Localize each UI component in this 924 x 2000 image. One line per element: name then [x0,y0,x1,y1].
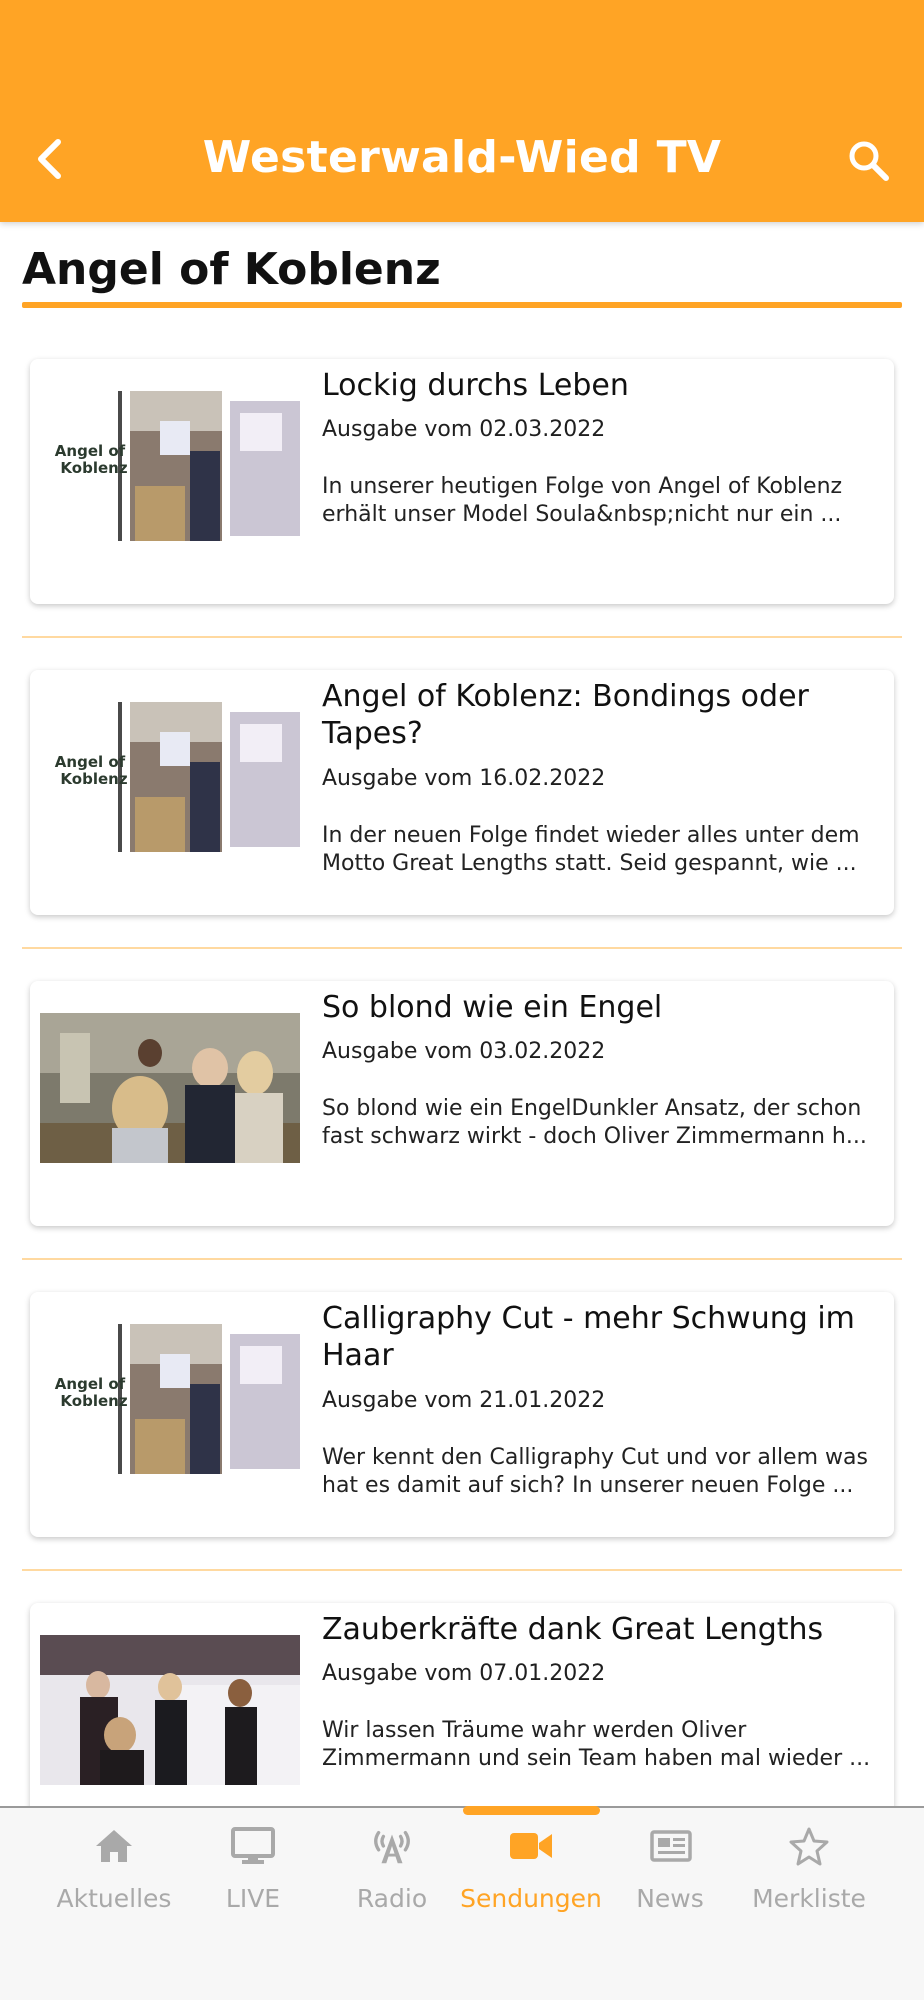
nav-label: Aktuelles [56,1884,172,1913]
episode-thumbnail: Angel of Koblenz [40,702,300,852]
episode-date: Ausgabe vom 07.01.2022 [322,1661,606,1686]
episode-card[interactable]: So blond wie ein Engel Ausgabe vom 03.02… [30,981,894,1226]
episode-title: So blond wie ein Engel [322,990,663,1025]
episode-card[interactable]: Zauberkräfte dank Great Lengths Ausgabe … [30,1603,894,1806]
thumbnail-logo-text: Angel of [55,1375,126,1393]
nav-item-news[interactable]: News [601,1808,739,1938]
home-icon [92,1824,136,1868]
star-icon [787,1824,831,1868]
episode-description: In der neuen Folge findet wieder alles u… [322,823,860,876]
episode-date: Ausgabe vom 02.03.2022 [322,417,606,442]
episode-title: Angel of Koblenz: Bondings oder Tapes? [322,679,809,751]
svg-text:Koblenz: Koblenz [60,770,127,788]
monitor-icon [231,1824,275,1868]
episode-description: In unserer heutigen Folge von Angel of K… [322,474,843,527]
nav-item-radio[interactable]: Radio [323,1808,461,1938]
search-button[interactable] [846,138,892,184]
nav-item-live[interactable]: LIVE [184,1808,322,1938]
nav-label: LIVE [225,1884,281,1913]
search-icon [849,141,889,181]
episode-title: Calligraphy Cut - mehr Schwung im Haar [322,1301,855,1373]
episode-thumbnail: Angel of Koblenz [40,1324,300,1474]
episode-card[interactable]: Angel of Koblenz Lockig durchs Leben Aus… [30,359,894,604]
title-underline [22,302,902,308]
nav-label: Merkliste [752,1884,866,1913]
nav-label: Sendungen [460,1884,602,1913]
radio-tower-icon [370,1824,414,1868]
episode-date: Ausgabe vom 03.02.2022 [322,1039,606,1064]
thumbnail-logo-text: Angel of [55,442,126,460]
svg-text:Koblenz: Koblenz [60,1392,127,1410]
newspaper-icon [648,1824,692,1868]
page-title: Angel of Koblenz [22,244,441,295]
nav-label: Radio [356,1884,428,1913]
episode-thumbnail [40,1013,300,1163]
episode-description: So blond wie ein EngelDunkler Ansatz, de… [322,1096,867,1149]
episode-title: Zauberkräfte dank Great Lengths [322,1612,824,1647]
nav-item-merkliste[interactable]: Merkliste [740,1808,878,1938]
list-divider [22,636,902,638]
bottom-navigation: Aktuelles LIVE Radio Sendungen News Merk… [0,1806,924,2000]
episode-description: Wer kennt den Calligraphy Cut und vor al… [322,1445,868,1498]
episode-card[interactable]: Angel of Koblenz Angel of Koblenz: Bondi… [30,670,894,915]
list-divider [22,1569,902,1571]
episode-thumbnail: Angel of Koblenz [40,391,300,541]
episode-list[interactable]: Angel of Koblenz Lockig durchs Leben Aus… [0,310,924,1806]
episode-title: Lockig durchs Leben [322,368,629,403]
header-title: Westerwald-Wied TV [202,132,722,183]
episode-description: Wir lassen Träume wahr werden Oliver Zim… [322,1718,871,1771]
nav-item-aktuelles[interactable]: Aktuelles [45,1808,183,1938]
episode-date: Ausgabe vom 21.01.2022 [322,1388,606,1413]
nav-label: News [636,1884,704,1913]
episode-thumbnail [40,1635,300,1785]
svg-text:Koblenz: Koblenz [60,459,127,477]
app-header: Westerwald-Wied TV [0,0,924,222]
episode-date: Ausgabe vom 16.02.2022 [322,766,606,791]
video-camera-icon [509,1824,553,1868]
list-divider [22,1258,902,1260]
episode-card[interactable]: Angel of Koblenz Calligraphy Cut - mehr … [30,1292,894,1537]
nav-item-sendungen[interactable]: Sendungen [460,1808,602,1938]
thumbnail-logo-text: Angel of [55,753,126,771]
list-divider [22,947,902,949]
